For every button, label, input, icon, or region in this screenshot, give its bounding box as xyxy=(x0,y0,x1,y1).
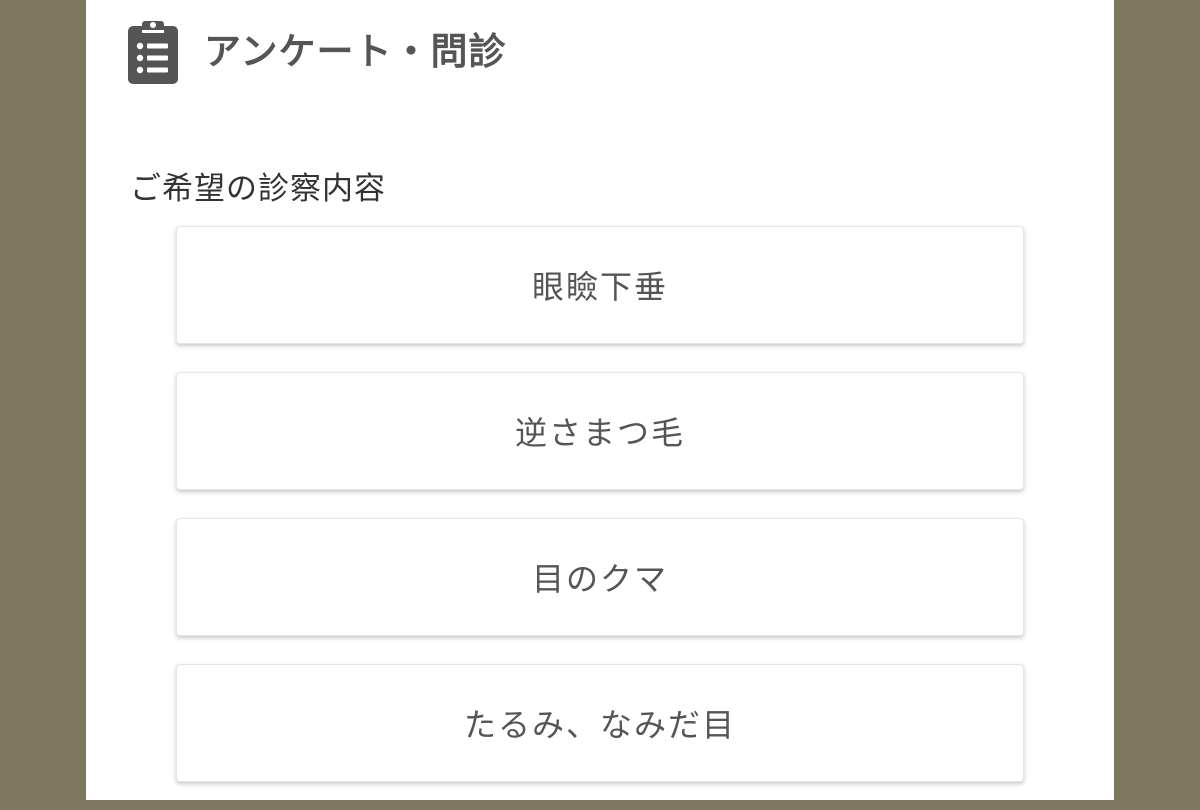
page-title: アンケート・問診 xyxy=(204,29,507,73)
option-label: 目のクマ xyxy=(531,560,668,598)
header: アンケート・問診 xyxy=(128,18,507,84)
option-label: たるみ、なみだ目 xyxy=(463,706,736,744)
option-button-ganken-kasui[interactable]: 眼瞼下垂 xyxy=(176,226,1024,344)
option-button-me-no-kuma[interactable]: 目のクマ xyxy=(176,518,1024,636)
option-label: 眼瞼下垂 xyxy=(531,268,668,306)
option-list: 眼瞼下垂 逆さまつ毛 目のクマ たるみ、なみだ目 xyxy=(176,226,1024,810)
section-label: ご希望の診察内容 xyxy=(130,171,386,207)
option-button-sakasamatsuge[interactable]: 逆さまつ毛 xyxy=(176,372,1024,490)
option-button-tarumi-namidame[interactable]: たるみ、なみだ目 xyxy=(176,664,1024,782)
clipboard-list-icon xyxy=(128,21,178,84)
questionnaire-panel: アンケート・問診 ご希望の診察内容 眼瞼下垂 逆さまつ毛 目のクマ たるみ、なみ… xyxy=(86,0,1114,800)
option-label: 逆さまつ毛 xyxy=(514,414,685,452)
